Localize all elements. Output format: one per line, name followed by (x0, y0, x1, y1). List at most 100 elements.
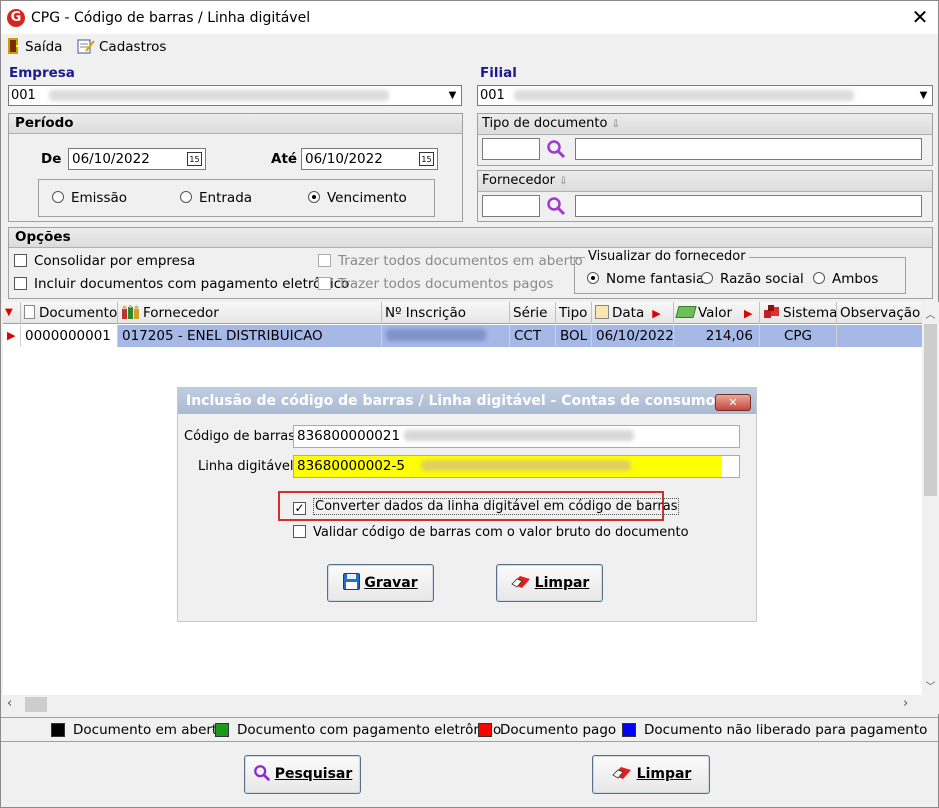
col-serie[interactable]: Série (510, 302, 556, 324)
col-fornecedor[interactable]: Fornecedor (118, 302, 382, 324)
radio-fantasy-label: Nome fantasia (606, 271, 705, 287)
dialog-close-button[interactable]: ✕ (715, 394, 751, 411)
notepad-edit-icon (77, 38, 95, 54)
document-icon (24, 305, 35, 319)
scroll-thumb-h[interactable] (25, 697, 47, 712)
radio-fantasy-name[interactable]: Nome fantasia (587, 271, 704, 287)
search-icon[interactable] (546, 139, 566, 159)
convert-box[interactable]: ✓ (293, 502, 306, 515)
col-valor[interactable]: Valor ▶ (674, 302, 760, 324)
to-date-input[interactable]: 06/10/2022 15 (301, 148, 438, 170)
supplier-header: Fornecedor ⇩ (478, 171, 932, 192)
view-supplier-group: Visualizar do fornecedor Nome fantasia R… (574, 249, 906, 294)
radio-corporate-circle[interactable] (701, 272, 713, 284)
supplier-group: Fornecedor ⇩ (477, 170, 933, 222)
col-documento[interactable]: Documento (21, 302, 118, 324)
barcode-input[interactable]: 836800000021 (293, 425, 740, 448)
radio-fantasy-circle[interactable] (587, 272, 599, 284)
close-window-button[interactable]: ✕ (907, 5, 933, 29)
branch-label: Filial (480, 65, 517, 81)
doc-type-code-input[interactable] (482, 138, 540, 160)
calendar-icon[interactable]: 15 (187, 152, 202, 166)
convert-checkbox[interactable]: ✓ Converter dados da linha digitável em c… (293, 498, 680, 515)
cell-sistema: CPG (760, 325, 837, 347)
col-observacao[interactable]: Observação (837, 302, 922, 324)
table-row[interactable]: ▶ 0000000001 017205 - ENEL DISTRIBUICAO … (3, 325, 922, 347)
search-icon[interactable] (546, 196, 566, 216)
company-select[interactable]: 001 ▼ (8, 85, 462, 106)
scroll-down-icon[interactable]: ﹀ (922, 678, 939, 693)
save-button[interactable]: Gravar (327, 564, 434, 602)
radio-both[interactable]: Ambos (813, 271, 878, 287)
chevron-down-icon[interactable]: ▼ (444, 86, 461, 105)
bring-open-checkbox[interactable]: Trazer todos documentos em aberto (318, 253, 583, 269)
horizontal-scrollbar[interactable]: ‹ › (3, 695, 939, 714)
from-date-value: 06/10/2022 (72, 151, 150, 167)
validate-box[interactable] (293, 525, 306, 538)
scroll-thumb[interactable] (924, 324, 937, 496)
calendar-icon (595, 305, 609, 319)
scroll-left-icon[interactable]: ‹ (7, 696, 19, 713)
col-sistema-label: Sistema (783, 305, 837, 321)
consolidate-checkbox[interactable]: Consolidar por empresa (14, 253, 195, 269)
validate-checkbox[interactable]: Validar código de barras com o valor bru… (293, 525, 689, 540)
col-sistema[interactable]: Sistema (760, 302, 837, 324)
branch-name-redacted (514, 90, 854, 101)
menu-exit[interactable]: Saída (7, 38, 62, 56)
save-button-label: Gravar (364, 575, 418, 591)
legend-not-released-label: Documento não liberado para pagamento (644, 722, 928, 738)
bring-paid-box[interactable] (318, 277, 331, 290)
doc-type-desc-input[interactable] (575, 138, 922, 160)
vertical-scrollbar[interactable]: ︿ ﹀ (922, 302, 939, 695)
radio-corporate-name[interactable]: Razão social (701, 271, 804, 287)
radio-entry[interactable]: Entrada (180, 190, 252, 206)
calendar-icon[interactable]: 15 (419, 152, 434, 166)
legend-paid-label: Documento pago (500, 722, 617, 738)
cell-inscricao-redacted (386, 329, 486, 341)
bring-paid-checkbox[interactable]: Trazer todos documentos pagos (318, 276, 553, 292)
radio-emission[interactable]: Emissão (52, 190, 127, 206)
clear-button[interactable]: Limpar (592, 755, 710, 794)
dialog-clear-button[interactable]: Limpar (496, 564, 603, 602)
cubes-icon (763, 304, 781, 318)
col-valor-label: Valor (698, 305, 733, 321)
convert-label: Converter dados da linha digitável em có… (313, 498, 680, 515)
scroll-up-icon[interactable]: ︿ (922, 306, 939, 321)
app-logo-icon: G (7, 9, 25, 27)
period-group: Período De 06/10/2022 15 Até 06/10/2022 … (8, 113, 463, 222)
include-electronic-box[interactable] (14, 277, 27, 290)
digitable-label: Linha digitável (198, 459, 294, 474)
include-electronic-checkbox[interactable]: Incluir documentos com pagamento eletrôn… (14, 276, 349, 292)
radio-emission-circle[interactable] (52, 191, 64, 203)
barcode-redacted (404, 430, 635, 441)
cell-data: 06/10/2022 (592, 325, 674, 347)
bring-open-box[interactable] (318, 254, 331, 267)
period-header: Período (9, 114, 462, 134)
scroll-right-icon[interactable]: › (903, 696, 915, 713)
supplier-code-input[interactable] (482, 195, 540, 217)
to-date-value: 06/10/2022 (305, 151, 383, 167)
branch-select[interactable]: 001 ▼ (477, 85, 933, 106)
consolidate-box[interactable] (14, 254, 27, 267)
col-data[interactable]: Data ▶ (592, 302, 674, 324)
radio-due-circle[interactable] (308, 191, 320, 203)
chevron-down-icon[interactable]: ▼ (915, 86, 932, 105)
row-pointer-icon: ▶ (3, 325, 21, 347)
radio-due[interactable]: Vencimento (308, 190, 407, 206)
radio-entry-circle[interactable] (180, 191, 192, 203)
col-tipo[interactable]: Tipo (556, 302, 592, 324)
door-exit-icon (7, 38, 21, 54)
sort-arrow-icon[interactable]: ▼ (3, 302, 21, 324)
menu-register[interactable]: Cadastros (77, 38, 166, 56)
digitable-input[interactable]: 83680000002-5 (293, 455, 740, 478)
from-date-input[interactable]: 06/10/2022 15 (68, 148, 206, 170)
consolidate-label: Consolidar por empresa (34, 253, 196, 269)
search-button[interactable]: Pesquisar (244, 755, 361, 794)
radio-both-circle[interactable] (813, 272, 825, 284)
col-inscricao[interactable]: Nº Inscrição (382, 302, 510, 324)
supplier-desc-input[interactable] (575, 195, 922, 217)
main-window: G CPG - Código de barras / Linha digitáv… (0, 0, 939, 808)
radio-entry-label: Entrada (199, 190, 253, 206)
arrow-down-icon: ⇩ (611, 119, 620, 130)
radio-corporate-label: Razão social (720, 271, 804, 287)
